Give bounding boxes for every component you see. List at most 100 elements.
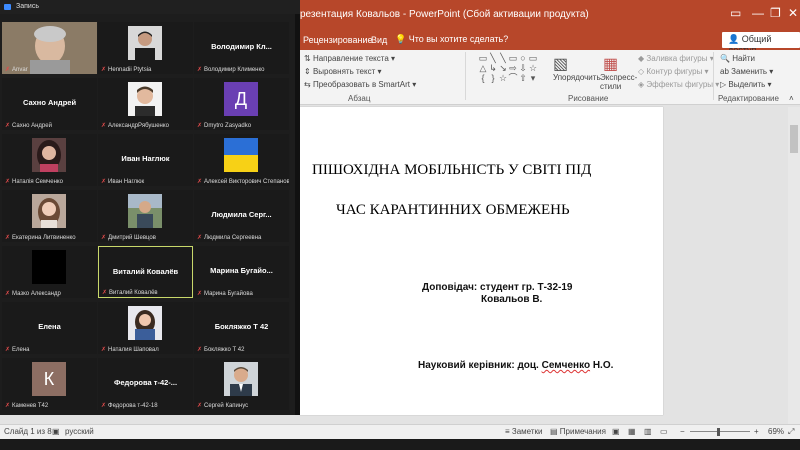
participant-tile[interactable]: ✗ АлександрРябушенко xyxy=(98,78,193,130)
convert-smartart-label: Преобразовать в SmartArt xyxy=(312,80,410,89)
participant-caption: ✗ Сахно Андрей xyxy=(5,122,52,129)
replace-button[interactable]: ab Заменить ▾ xyxy=(720,67,773,76)
participant-name: Елена xyxy=(38,322,61,331)
participant-tile[interactable]: Людмила Серг... ✗ Людмила Сергеевна xyxy=(194,190,289,242)
notes-label: Заметки xyxy=(511,427,543,436)
participant-caption: ✗ Людмила Сергеевна xyxy=(197,234,261,241)
drawing-group-label: Рисование xyxy=(568,94,609,103)
participant-tile[interactable]: Володимир Кл... ✗ Володимир Клименко xyxy=(194,22,289,74)
participant-tile[interactable]: Сахно Андрей ✗ Сахно Андрей xyxy=(2,78,97,130)
participant-tile[interactable]: Виталий Ковалёв ✗ Виталий Ковалёв xyxy=(98,246,193,298)
vertical-scrollbar[interactable] xyxy=(788,107,800,425)
muted-mic-icon: ✗ xyxy=(197,347,203,353)
tell-me-search[interactable]: 💡 Что вы хотите сделать? xyxy=(395,34,508,45)
participant-tile[interactable]: ✗ Hennadii Ptytsia xyxy=(98,22,193,74)
participant-caption: ✗ Бокляжко Т 42 xyxy=(197,346,244,353)
participant-tile[interactable]: Елена ✗ Елена xyxy=(2,302,97,354)
text-direction-button[interactable]: ⇅ Направление текста ▾ xyxy=(304,54,395,63)
participant-tile[interactable]: ✗ Наталия Шаповал xyxy=(98,302,193,354)
slide-sorter-icon[interactable]: ▦ xyxy=(628,427,636,436)
window-title: резентация Ковальов - PowerPoint (Сбой а… xyxy=(300,9,589,20)
muted-mic-icon: ✗ xyxy=(5,403,11,409)
minimize-icon[interactable]: — xyxy=(752,6,764,20)
letter-avatar: Д xyxy=(224,82,258,116)
participant-tile[interactable]: ✗ Сергей Капинус xyxy=(194,358,289,410)
align-text-button[interactable]: ⇕ Выровнять текст ▾ xyxy=(304,67,382,76)
muted-mic-icon: ✗ xyxy=(101,347,107,353)
participant-caption: ✗ Иван Наглюк xyxy=(101,178,144,185)
spellcheck-icon[interactable]: ▣ xyxy=(52,427,60,436)
participant-tile[interactable]: Федорова т-42-... ✗ Федорова т-42-18 xyxy=(98,358,193,410)
muted-mic-icon: ✗ xyxy=(5,235,11,241)
comments-button[interactable]: ▤ Примечания xyxy=(550,427,606,436)
participant-tile[interactable]: ✗ Екатерина Литвиненко xyxy=(2,190,97,242)
fit-slide-icon[interactable]: ⤢ xyxy=(788,427,794,437)
participant-caption-text: Иван Наглюк xyxy=(108,179,145,185)
participant-caption-text: Dmytro Zasyadko xyxy=(204,123,252,129)
ribbon-display-icon[interactable]: ▭ xyxy=(730,6,741,20)
shape-fill-button[interactable]: ◆ Заливка фигуры ▾ xyxy=(638,54,714,63)
normal-view-icon[interactable]: ▣ xyxy=(612,427,620,436)
editing-group-label: Редактирование xyxy=(718,94,779,103)
shape-outline-button[interactable]: ◇ Контур фигуры ▾ xyxy=(638,67,709,76)
zoom-slider[interactable] xyxy=(690,431,750,432)
participant-photo xyxy=(128,194,162,228)
participant-tile[interactable]: Бокляжко Т 42 ✗ Бокляжко Т 42 xyxy=(194,302,289,354)
find-button[interactable]: 🔍 Найти xyxy=(720,54,755,63)
participant-tile[interactable]: ✗ Мазко Александр xyxy=(2,246,97,298)
align-text-label: Выровнять текст xyxy=(312,67,376,76)
slideshow-icon[interactable]: ▭ xyxy=(660,427,668,436)
language-status[interactable]: русский xyxy=(65,427,94,436)
slide-canvas[interactable]: ПІШОХІДНА МОБІЛЬНІСТЬ У СВІТІ ПІД ЧАС КА… xyxy=(300,107,663,415)
text-direction-label: Направление текста xyxy=(312,54,389,63)
participant-tile[interactable]: Иван Наглюк ✗ Иван Наглюк xyxy=(98,134,193,186)
slide-title-line2: ЧАС КАРАНТИННИХ ОБМЕЖЕНЬ xyxy=(336,202,570,218)
participant-tile[interactable]: ✗ Anvar xyxy=(2,22,97,74)
arrange-button[interactable]: Упорядочить xyxy=(553,73,601,82)
participant-caption-text: Anvar xyxy=(12,67,28,73)
muted-mic-icon: ✗ xyxy=(101,235,107,241)
participant-name: Людмила Серг... xyxy=(211,210,272,219)
gallery-scrollbar[interactable] xyxy=(295,14,300,415)
select-button[interactable]: ▷ Выделить ▾ xyxy=(720,80,772,89)
share-button[interactable]: 👤 Общий доступ xyxy=(722,32,800,55)
participant-caption-text: Бокляжко Т 42 xyxy=(204,347,245,353)
shapes-gallery[interactable]: ▭ ╲ ╲ ▭ ○ ▭ △ ↳ ↘ ⇨ ⇩ ☆ {} ☆⌒ ⇧ ▾ xyxy=(478,53,538,89)
shape-outline-label: Контур фигуры xyxy=(646,67,703,76)
maximize-icon[interactable]: ❐ xyxy=(770,6,781,20)
participant-caption-text: Hennadii Ptytsia xyxy=(108,67,152,73)
shape-effects-button[interactable]: ◈ Эффекты фигуры ▾ xyxy=(638,80,719,89)
reading-view-icon[interactable]: ▥ xyxy=(644,427,652,436)
participant-caption: ✗ Володимир Клименко xyxy=(197,66,265,73)
participant-caption-text: Федорова т-42-18 xyxy=(108,403,158,409)
collapse-ribbon-icon[interactable]: ˄ xyxy=(789,94,794,103)
muted-mic-icon: ✗ xyxy=(102,290,108,296)
arrange-icon: ▧ xyxy=(553,56,569,73)
participant-tile[interactable]: Марина Бугайо... ✗ Марина Бугайова xyxy=(194,246,289,298)
scrollbar-thumb[interactable] xyxy=(790,125,798,153)
participant-name: Иван Наглюк xyxy=(121,154,170,163)
quick-styles-button[interactable]: Экспресс-стили xyxy=(600,73,640,91)
zoom-slider-thumb[interactable] xyxy=(717,428,720,436)
participant-photo xyxy=(128,26,162,60)
zoom-out-icon[interactable]: − xyxy=(680,427,685,436)
participant-tile[interactable]: Д ✗ Dmytro Zasyadko xyxy=(194,78,289,130)
muted-mic-icon: ✗ xyxy=(5,179,11,185)
notes-button[interactable]: ≡ Заметки xyxy=(505,427,543,436)
tab-view[interactable]: Вид xyxy=(371,35,387,45)
participant-tile[interactable]: ✗ Дмитрий Шевцов xyxy=(98,190,193,242)
participant-caption: ✗ Федорова т-42-18 xyxy=(101,402,158,409)
slide-counter: Слайд 1 из 8 xyxy=(4,427,52,436)
convert-smartart-button[interactable]: ⇆ Преобразовать в SmartArt ▾ xyxy=(304,80,416,89)
participant-tile[interactable]: ✗ Наталія Семченко xyxy=(2,134,97,186)
participant-caption: ✗ Anvar xyxy=(5,66,28,73)
zoom-in-icon[interactable]: + xyxy=(754,427,759,436)
participant-caption: ✗ Hennadii Ptytsia xyxy=(101,66,151,73)
participant-tile[interactable]: ✗ Алексей Викторович Степанов xyxy=(194,134,289,186)
tab-review[interactable]: Рецензирование xyxy=(303,35,373,45)
close-icon[interactable]: ✕ xyxy=(788,6,798,20)
tell-me-label: Что вы хотите сделать? xyxy=(408,34,509,44)
muted-mic-icon: ✗ xyxy=(197,403,203,409)
zoom-level[interactable]: 69% xyxy=(768,427,784,436)
participant-tile[interactable]: К ✗ Каменев Т42 xyxy=(2,358,97,410)
